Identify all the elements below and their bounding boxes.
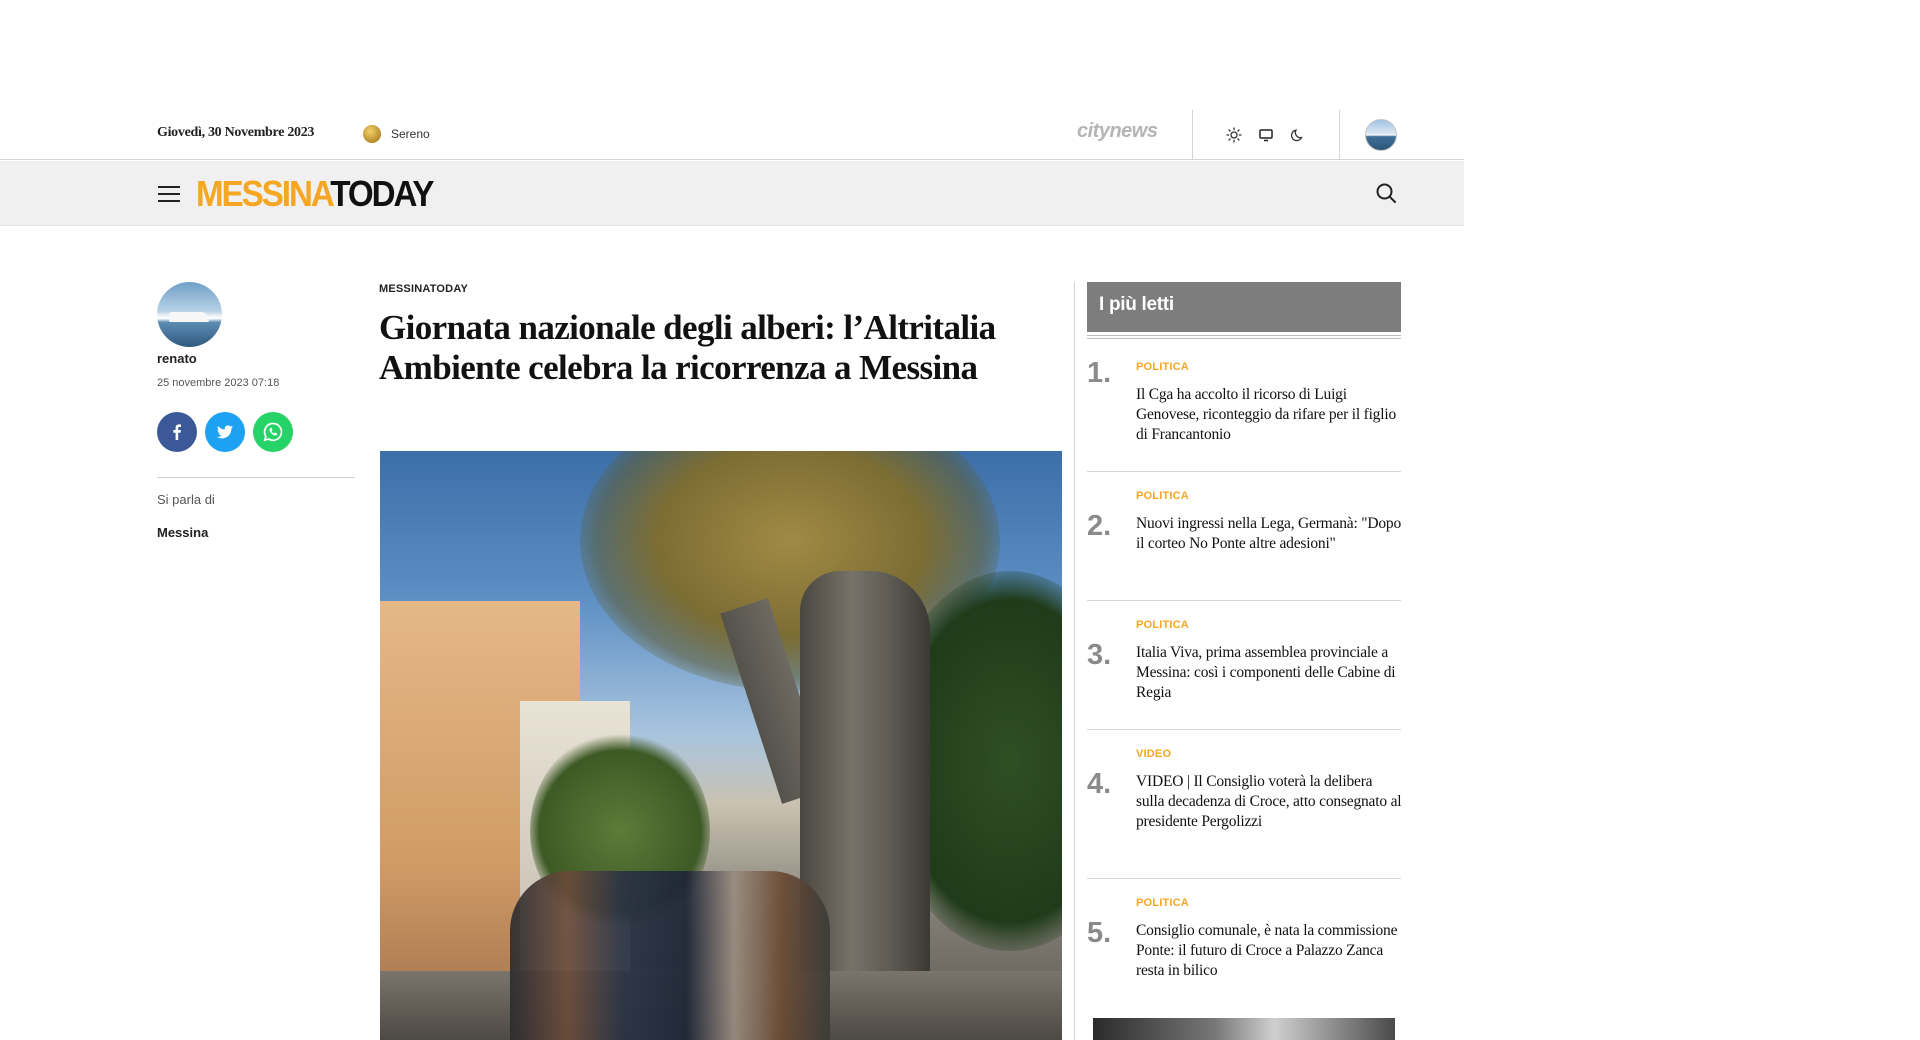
facebook-icon [173, 424, 181, 440]
rank-number: 2. [1087, 510, 1112, 542]
item-category[interactable]: POLITICA [1136, 619, 1189, 631]
theme-switcher [1225, 126, 1307, 144]
rank-number: 5. [1087, 917, 1112, 949]
rank-number: 4. [1087, 768, 1112, 800]
divider [1087, 335, 1401, 336]
most-read-header: I più letti [1087, 282, 1401, 332]
monitor-icon[interactable] [1257, 126, 1275, 144]
search-icon[interactable] [1374, 181, 1398, 205]
tag-link[interactable]: Messina [157, 525, 208, 540]
divider [157, 477, 355, 478]
sidebar-divider [1074, 282, 1075, 1040]
sidebar-thumbnail-image[interactable] [1093, 1018, 1395, 1040]
moon-icon[interactable] [1289, 126, 1307, 144]
weather-label: Sereno [391, 127, 430, 141]
masthead: MESSINATODAY [0, 161, 1464, 226]
publish-date: 25 novembre 2023 07:18 [157, 377, 280, 389]
user-avatar[interactable] [1365, 119, 1397, 151]
menu-icon[interactable] [158, 186, 180, 202]
twitter-share-button[interactable] [205, 412, 245, 452]
divider [1087, 878, 1401, 879]
item-category[interactable]: POLITICA [1136, 490, 1189, 502]
twitter-icon [217, 425, 233, 439]
logo-part-today: TODAY [330, 173, 434, 214]
item-title[interactable]: VIDEO | Il Consiglio voterà la delibera … [1136, 772, 1404, 832]
whatsapp-icon [263, 422, 283, 442]
divider [1339, 110, 1340, 160]
logo-part-messina: MESSINA [196, 173, 332, 214]
item-category[interactable]: POLITICA [1136, 361, 1189, 373]
weather-sun-icon [363, 125, 381, 143]
divider [1087, 729, 1401, 730]
item-category[interactable]: VIDEO [1136, 748, 1171, 760]
top-bar: Giovedì, 30 Novembre 2023 Sereno citynew… [0, 110, 1464, 160]
facebook-share-button[interactable] [157, 412, 197, 452]
item-title[interactable]: Italia Viva, prima assemblea provinciale… [1136, 643, 1404, 703]
share-buttons [157, 412, 293, 452]
divider [1087, 600, 1401, 601]
divider [1087, 471, 1401, 472]
divider [1192, 110, 1193, 160]
article-kicker[interactable]: MESSINATODAY [379, 283, 468, 295]
item-title[interactable]: Consiglio comunale, è nata la commission… [1136, 921, 1404, 981]
article-headline: Giornata nazionale degli alberi: l’Altri… [379, 308, 996, 387]
citynews-logo[interactable]: citynews [1077, 120, 1158, 143]
rank-number: 1. [1087, 357, 1112, 389]
author-avatar[interactable] [157, 282, 222, 347]
rank-number: 3. [1087, 639, 1112, 671]
tags-label: Si parla di [157, 492, 215, 507]
most-read-title: I più letti [1099, 294, 1174, 315]
author-name[interactable]: renato [157, 351, 197, 366]
item-title[interactable]: Il Cga ha accolto il ricorso di Luigi Ge… [1136, 385, 1404, 445]
current-date: Giovedì, 30 Novembre 2023 [157, 125, 315, 140]
divider [1087, 338, 1401, 339]
weather-widget[interactable]: Sereno [363, 125, 430, 143]
item-category[interactable]: POLITICA [1136, 897, 1189, 909]
site-logo[interactable]: MESSINATODAY [196, 173, 434, 215]
item-title[interactable]: Nuovi ingressi nella Lega, Germanà: "Dop… [1136, 514, 1404, 554]
sun-icon[interactable] [1225, 126, 1243, 144]
article-hero-image[interactable] [380, 451, 1062, 1040]
whatsapp-share-button[interactable] [253, 412, 293, 452]
